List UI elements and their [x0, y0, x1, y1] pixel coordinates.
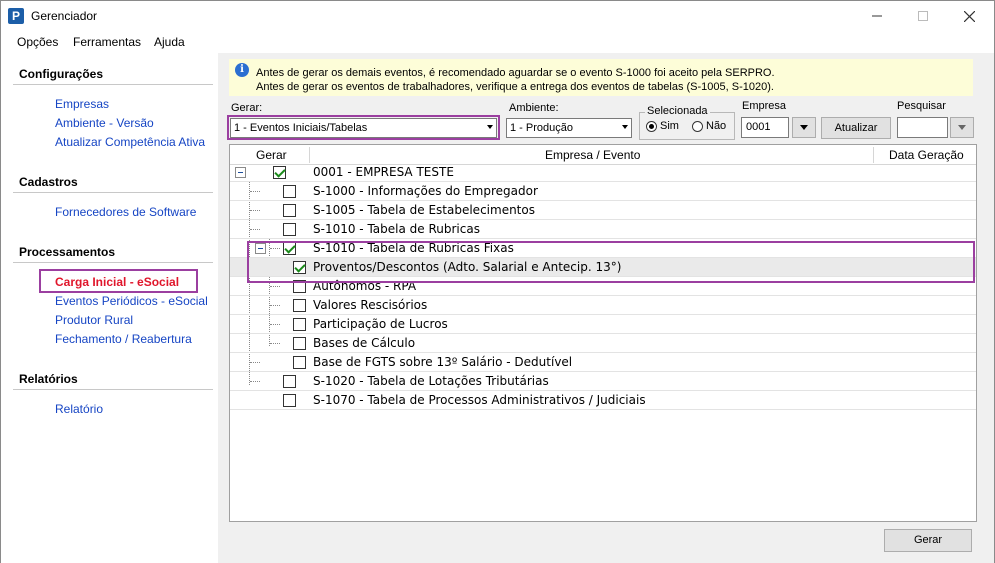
ambiente-select[interactable]: 1 - Produção — [506, 118, 632, 138]
gerar-select[interactable]: 1 - Eventos Iniciais/Tabelas — [230, 118, 497, 138]
tree-row[interactable]: Base de FGTS sobre 13º Salário - Dedutív… — [230, 353, 976, 372]
section-divider — [13, 192, 213, 193]
row-checkbox[interactable] — [293, 356, 306, 369]
sidebar-section-relatorios: Relatórios — [19, 372, 78, 386]
row-label: S-1070 - Tabela de Processos Administrat… — [313, 393, 646, 407]
row-checkbox[interactable] — [283, 394, 296, 407]
sidebar-item-fornecedores[interactable]: Fornecedores de Software — [55, 205, 196, 219]
tree-row[interactable]: S-1070 - Tabela de Processos Administrat… — [230, 391, 976, 410]
sidebar-item-fechamento[interactable]: Fechamento / Reabertura — [55, 332, 192, 346]
chevron-down-icon — [800, 125, 808, 130]
chevron-down-icon — [622, 125, 628, 129]
row-label: S-1000 - Informações do Empregador — [313, 184, 538, 198]
app-logo-icon: P — [8, 8, 24, 24]
row-checkbox[interactable] — [293, 299, 306, 312]
row-label: Base de FGTS sobre 13º Salário - Dedutív… — [313, 355, 573, 369]
row-label: 0001 - EMPRESA TESTE — [313, 165, 454, 179]
sidebar-item-atualizar-competencia[interactable]: Atualizar Competência Ativa — [55, 135, 205, 149]
main-panel: i Antes de gerar os demais eventos, é re… — [218, 53, 994, 563]
radio-nao-label: Não — [706, 120, 727, 132]
highlight-box-rubricas-fixas — [247, 241, 975, 283]
tree-row[interactable]: Participação de Lucros — [230, 315, 976, 334]
atualizar-button[interactable]: Atualizar — [821, 117, 891, 139]
info-line-2: Antes de gerar os eventos de trabalhador… — [256, 81, 774, 93]
main-window: P Gerenciador Opções Ferramentas Ajuda C… — [0, 0, 995, 563]
radio-nao[interactable] — [692, 121, 703, 132]
gerar-button[interactable]: Gerar — [884, 529, 972, 552]
tree-header: Gerar Empresa / Evento Data Geração — [230, 145, 976, 165]
ambiente-select-value: 1 - Produção — [510, 122, 573, 134]
empresa-dropdown-button[interactable] — [792, 117, 816, 138]
close-icon — [963, 10, 975, 22]
sidebar-section-processamentos: Processamentos — [19, 245, 116, 259]
gerar-label: Gerar: — [231, 102, 263, 114]
sidebar-item-empresas[interactable]: Empresas — [55, 97, 109, 111]
tree-row[interactable]: S-1010 - Tabela de Rubricas — [230, 220, 976, 239]
tree-row[interactable]: Valores Rescisórios — [230, 296, 976, 315]
pesquisar-label: Pesquisar — [897, 100, 946, 112]
row-checkbox[interactable] — [283, 185, 296, 198]
empresa-input[interactable]: 0001 — [741, 117, 789, 138]
sidebar: Configurações Empresas Ambiente - Versão… — [1, 53, 218, 563]
section-divider — [13, 389, 213, 390]
radio-sim-label: Sim — [660, 120, 679, 132]
section-divider — [13, 262, 213, 263]
sidebar-item-eventos-periodicos[interactable]: Eventos Periódicos - eSocial — [55, 294, 208, 308]
radio-sim[interactable] — [646, 121, 657, 132]
sidebar-item-relatorio[interactable]: Relatório — [55, 402, 103, 416]
row-label: Bases de Cálculo — [313, 336, 416, 350]
row-label: S-1010 - Tabela de Rubricas — [313, 222, 480, 236]
sidebar-item-carga-inicial[interactable]: Carga Inicial - eSocial — [55, 275, 179, 289]
event-tree[interactable]: Gerar Empresa / Evento Data Geração 0001… — [229, 144, 977, 522]
tree-row[interactable]: S-1020 - Tabela de Lotações Tributárias — [230, 372, 976, 391]
title-bar[interactable]: P Gerenciador — [1, 1, 994, 31]
info-banner: i Antes de gerar os demais eventos, é re… — [229, 59, 973, 96]
empresa-label: Empresa — [742, 100, 787, 112]
collapse-icon[interactable] — [235, 167, 246, 178]
maximize-icon — [918, 11, 928, 21]
info-icon: i — [235, 63, 249, 77]
pesquisar-input[interactable] — [897, 117, 948, 138]
sidebar-item-ambiente-versao[interactable]: Ambiente - Versão — [55, 116, 154, 130]
menu-ferramentas[interactable]: Ferramentas — [73, 35, 141, 49]
minimize-icon — [872, 15, 882, 17]
row-checkbox[interactable] — [273, 166, 286, 179]
gerar-select-value: 1 - Eventos Iniciais/Tabelas — [234, 122, 368, 134]
close-button[interactable] — [946, 1, 992, 31]
sidebar-section-configuracoes: Configurações — [19, 67, 104, 81]
row-label: S-1005 - Tabela de Estabelecimentos — [313, 203, 535, 217]
menu-bar: Opções Ferramentas Ajuda — [1, 31, 994, 53]
row-checkbox[interactable] — [293, 337, 306, 350]
header-separator — [873, 147, 874, 163]
info-line-1: Antes de gerar os demais eventos, é reco… — [256, 67, 775, 79]
sidebar-section-cadastros: Cadastros — [19, 175, 78, 189]
tree-row[interactable]: S-1000 - Informações do Empregador — [230, 182, 976, 201]
tree-row[interactable]: Bases de Cálculo — [230, 334, 976, 353]
minimize-button[interactable] — [854, 1, 900, 31]
sidebar-item-produtor-rural[interactable]: Produtor Rural — [55, 313, 133, 327]
selecionada-label: Selecionada — [645, 105, 710, 117]
chevron-down-icon — [487, 125, 493, 129]
row-label: Participação de Lucros — [313, 317, 448, 331]
header-separator — [309, 147, 310, 163]
row-checkbox[interactable] — [283, 204, 296, 217]
window-title: Gerenciador — [31, 9, 98, 23]
row-label: S-1020 - Tabela de Lotações Tributárias — [313, 374, 549, 388]
row-label: Valores Rescisórios — [313, 298, 428, 312]
maximize-button[interactable] — [900, 1, 946, 31]
header-gerar[interactable]: Gerar — [256, 148, 287, 162]
ambiente-label: Ambiente: — [509, 102, 559, 114]
tree-row-empresa[interactable]: 0001 - EMPRESA TESTE — [230, 163, 976, 182]
pesquisar-dropdown-button[interactable] — [950, 117, 974, 138]
header-data-geracao[interactable]: Data Geração — [889, 148, 964, 162]
chevron-down-icon — [958, 125, 966, 130]
row-checkbox[interactable] — [283, 223, 296, 236]
header-empresa-evento[interactable]: Empresa / Evento — [545, 148, 640, 162]
tree-row[interactable]: S-1005 - Tabela de Estabelecimentos — [230, 201, 976, 220]
section-divider — [13, 84, 213, 85]
menu-ajuda[interactable]: Ajuda — [154, 35, 185, 49]
menu-opcoes[interactable]: Opções — [17, 35, 58, 49]
row-checkbox[interactable] — [293, 318, 306, 331]
row-checkbox[interactable] — [283, 375, 296, 388]
